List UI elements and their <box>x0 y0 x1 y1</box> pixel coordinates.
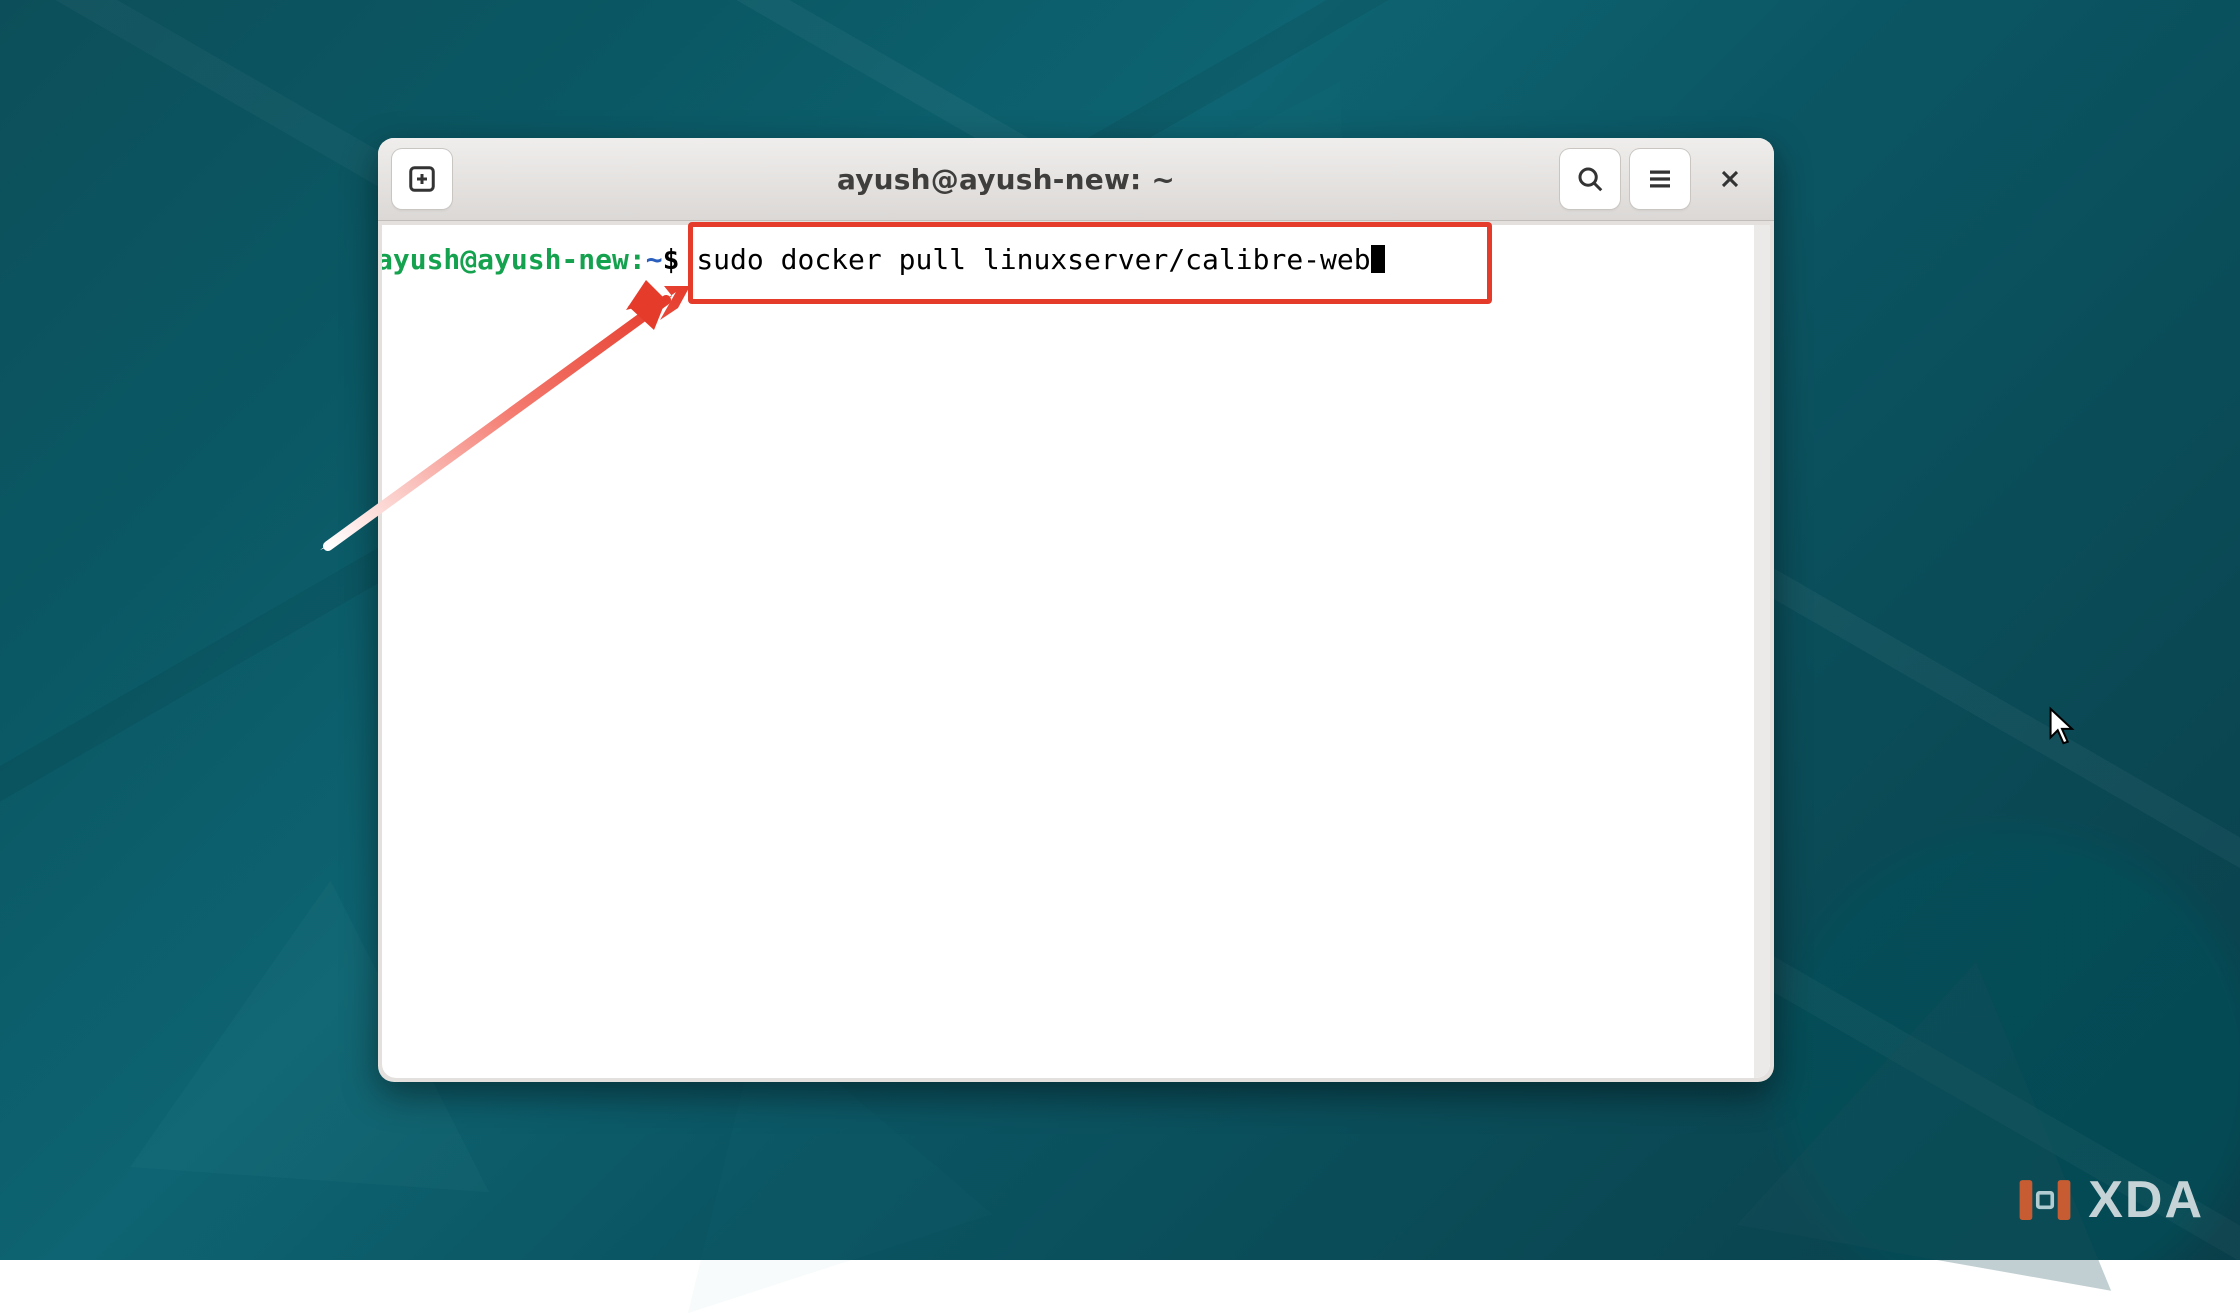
prompt-path: ~ <box>646 243 663 276</box>
search-icon <box>1575 164 1605 194</box>
terminal-scrollbar[interactable] <box>1754 225 1770 1078</box>
close-icon <box>1716 165 1744 193</box>
hamburger-icon <box>1645 164 1675 194</box>
hamburger-menu-button[interactable] <box>1630 149 1690 209</box>
prompt-user-host: ayush@ayush-new <box>382 243 629 276</box>
mouse-cursor <box>2046 706 2078 746</box>
terminal-window[interactable]: ayush@ayush-new: ~ <box>378 138 1774 1082</box>
prompt-symbol: $ <box>663 243 680 276</box>
prompt-colon: : <box>629 243 646 276</box>
search-button[interactable] <box>1560 149 1620 209</box>
terminal-body[interactable]: ayush@ayush-new:~$ sudo docker pull linu… <box>382 225 1770 1078</box>
xda-logo-icon <box>2016 1171 2074 1229</box>
desktop-wallpaper: ayush@ayush-new: ~ <box>0 0 2240 1260</box>
terminal-cursor <box>1371 245 1385 273</box>
window-title: ayush@ayush-new: ~ <box>462 163 1550 196</box>
window-titlebar[interactable]: ayush@ayush-new: ~ <box>378 138 1774 221</box>
terminal-line: ayush@ayush-new:~$ sudo docker pull linu… <box>382 241 1752 279</box>
xda-watermark: XDA <box>2016 1170 2204 1230</box>
close-button[interactable] <box>1700 149 1760 209</box>
new-tab-button[interactable] <box>392 149 452 209</box>
xda-watermark-text: XDA <box>2088 1170 2204 1230</box>
terminal-command: sudo docker pull linuxserver/calibre-web <box>696 243 1370 276</box>
new-tab-icon <box>407 164 437 194</box>
